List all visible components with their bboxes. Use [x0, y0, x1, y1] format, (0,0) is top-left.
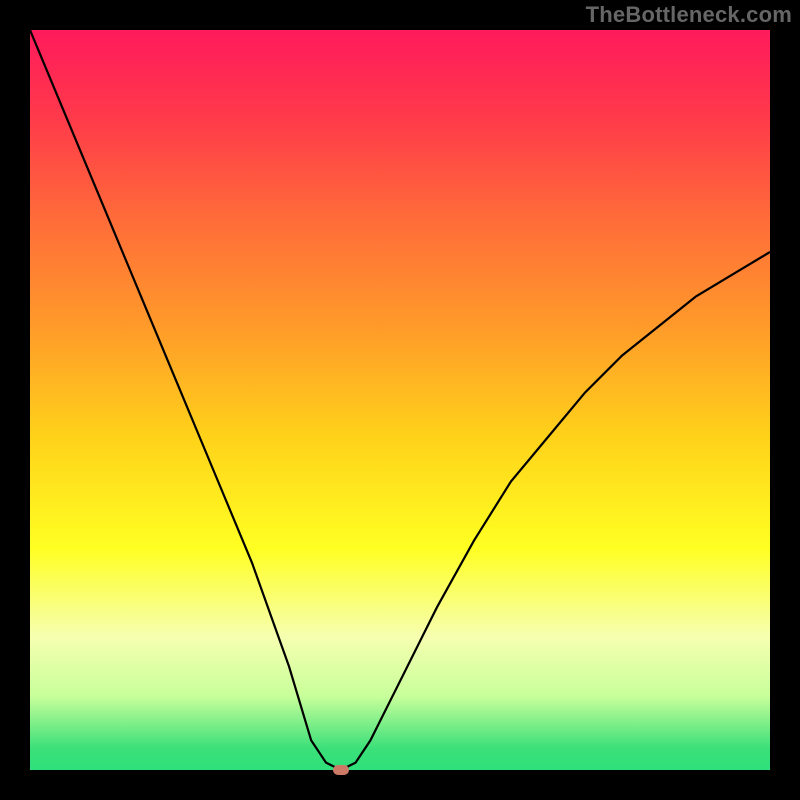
- bottleneck-curve: [30, 30, 770, 770]
- optimal-point-marker: [333, 765, 349, 775]
- chart-frame: TheBottleneck.com: [0, 0, 800, 800]
- watermark-text: TheBottleneck.com: [586, 2, 792, 28]
- plot-area: [30, 30, 770, 770]
- curve-path: [30, 30, 770, 770]
